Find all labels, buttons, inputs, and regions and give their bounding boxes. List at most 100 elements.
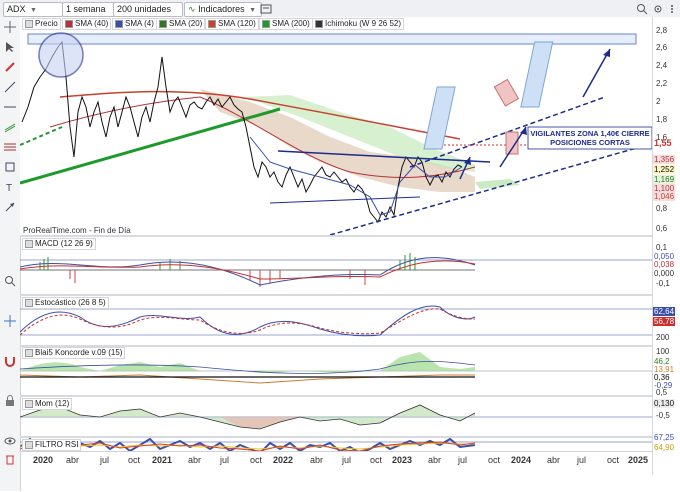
hline-icon[interactable] bbox=[4, 101, 16, 113]
pointer-icon[interactable] bbox=[4, 41, 16, 53]
time-tick: jul bbox=[220, 455, 230, 465]
legend-sma4[interactable]: SMA (4) bbox=[112, 18, 157, 30]
units-label: 200 unidades bbox=[117, 4, 172, 14]
timeframe-label: 1 semana bbox=[66, 4, 106, 14]
symbol-selector[interactable]: ADX ▼ bbox=[3, 2, 63, 17]
price-tick: 2,8 bbox=[656, 26, 668, 35]
time-tick: abr bbox=[188, 455, 202, 465]
zoom-icon[interactable] bbox=[4, 275, 16, 287]
annotation-line2: POSICIONES CORTAS bbox=[550, 138, 630, 147]
price-tag: 1,252 bbox=[653, 165, 676, 174]
price-tick: 2,2 bbox=[656, 79, 668, 88]
time-tick: oct bbox=[488, 455, 501, 465]
koncorde-tick: 200 bbox=[656, 333, 670, 342]
channel-icon[interactable] bbox=[4, 121, 16, 133]
chevron-down-icon: ▼ bbox=[30, 7, 37, 14]
lock-icon[interactable] bbox=[4, 395, 16, 407]
search-icon[interactable] bbox=[636, 3, 648, 15]
stochastic-panel bbox=[20, 305, 652, 337]
time-tick: 2021 bbox=[152, 455, 173, 465]
trash-icon[interactable] bbox=[4, 453, 16, 465]
time-tick: oct bbox=[370, 455, 383, 465]
koncorde-tick: 100 bbox=[656, 347, 670, 356]
macd-title[interactable]: MACD (12 26 9) bbox=[22, 238, 96, 250]
eye-icon[interactable] bbox=[4, 435, 16, 447]
time-tick: abr bbox=[66, 455, 80, 465]
arrow-icon[interactable] bbox=[4, 201, 16, 213]
price-tick: 1,8 bbox=[656, 115, 668, 124]
price-tick: 0,6 bbox=[656, 224, 668, 233]
mom-tick: 0,5 bbox=[656, 388, 668, 397]
legend-sma200[interactable]: SMA (200) bbox=[259, 18, 313, 30]
symbol-label: ADX bbox=[7, 4, 26, 14]
macd-tick: 0,1 bbox=[656, 243, 668, 252]
price-tag-red: 1,55 bbox=[654, 138, 672, 148]
koncorde-title[interactable]: Blai5 Koncorde v.09 (15) bbox=[22, 347, 126, 359]
time-tick: oct bbox=[250, 455, 263, 465]
legend-sma120[interactable]: SMA (120) bbox=[205, 18, 259, 30]
momentum-panel bbox=[20, 404, 652, 430]
menu-icon[interactable] bbox=[666, 3, 678, 15]
indicator-icon: ∿ bbox=[188, 4, 196, 14]
rsi-tag: 64,90 bbox=[654, 443, 675, 452]
time-tick: oct bbox=[607, 455, 620, 465]
price-tag: 1,169 bbox=[653, 175, 676, 184]
price-tick: 2,4 bbox=[656, 61, 668, 70]
pencil-icon[interactable] bbox=[4, 61, 16, 73]
macd-tag: 0,038 bbox=[654, 260, 675, 269]
mom-tag: 0,130 bbox=[653, 399, 676, 408]
units-selector[interactable]: 200 unidades ▼ bbox=[113, 2, 183, 27]
mom-tick: -0,5 bbox=[656, 411, 670, 420]
rsi-title[interactable]: FILTRO RSI bbox=[22, 439, 82, 451]
timeframe-selector[interactable]: 1 semana ▼ bbox=[62, 2, 116, 27]
time-tick: abr bbox=[428, 455, 442, 465]
time-tick: jul bbox=[100, 455, 110, 465]
time-tick: 2020 bbox=[33, 455, 54, 465]
drawing-tools-bar: T bbox=[0, 17, 21, 491]
indicators-button[interactable]: ∿ Indicadores ▼ bbox=[184, 2, 262, 17]
move-icon[interactable] bbox=[4, 315, 16, 327]
time-tick: abr bbox=[547, 455, 561, 465]
svg-text:T: T bbox=[6, 183, 12, 193]
macd-tag: 0,000 bbox=[654, 269, 675, 278]
chevron-down-icon: ▼ bbox=[249, 7, 257, 14]
indicators-label: Indicadores bbox=[198, 4, 245, 14]
price-tick: 2,6 bbox=[656, 43, 668, 52]
legend-ichimoku[interactable]: Ichimoku (W 9 26 52) bbox=[312, 18, 405, 30]
text-icon[interactable]: T bbox=[4, 181, 16, 193]
time-tick: 2025 bbox=[628, 455, 649, 465]
legend-sma20[interactable]: SMA (20) bbox=[156, 18, 206, 30]
time-tick: abr bbox=[310, 455, 324, 465]
data-source: ProRealTime.com - Fin de Día bbox=[23, 226, 131, 235]
time-tick: jul bbox=[577, 455, 587, 465]
time-tick: oct bbox=[128, 455, 141, 465]
highlight-circle bbox=[38, 32, 84, 78]
crosshair-icon[interactable] bbox=[4, 21, 16, 33]
time-tick: jul bbox=[342, 455, 352, 465]
macd-panel bbox=[20, 253, 652, 287]
settings-icon[interactable] bbox=[652, 3, 664, 15]
stoch-tag: 56,78 bbox=[653, 317, 676, 326]
time-tick: 2024 bbox=[511, 455, 532, 465]
legend-sma40[interactable]: SMA (40) bbox=[62, 18, 112, 30]
top-toolbar: ADX ▼ 1 semana ▼ 200 unidades ▼ ∿ Indica… bbox=[0, 0, 680, 27]
price-tag: 1,356 bbox=[653, 155, 676, 164]
time-tick: 2023 bbox=[392, 455, 413, 465]
tools-icon[interactable] bbox=[260, 3, 272, 15]
shape-icon[interactable] bbox=[4, 161, 16, 173]
rsi-tag: 67,25 bbox=[654, 433, 675, 442]
magnet-icon[interactable] bbox=[4, 355, 16, 367]
fibonacci-icon[interactable] bbox=[4, 141, 16, 153]
trendline-icon[interactable] bbox=[4, 81, 16, 93]
price-tick: 0,8 bbox=[656, 204, 668, 213]
price-tag: 1,046 bbox=[653, 192, 676, 201]
legend-price[interactable]: Precio bbox=[22, 18, 61, 30]
price-tick: 2 bbox=[656, 97, 661, 106]
momentum-title[interactable]: Mom (12) bbox=[22, 398, 73, 410]
stochastic-title[interactable]: Estocástico (26 8 5) bbox=[22, 297, 109, 309]
macd-tick: -0,1 bbox=[656, 279, 670, 288]
annotation-line1: VIGILANTES ZONA 1,40€ CIERRE bbox=[530, 129, 649, 138]
stoch-tag: 62,64 bbox=[653, 307, 676, 316]
time-tick: jul bbox=[458, 455, 468, 465]
price-axis[interactable]: 2,8 2,6 2,4 2,2 2 1,8 1,6 1,55 1,356 1,2… bbox=[652, 17, 680, 475]
